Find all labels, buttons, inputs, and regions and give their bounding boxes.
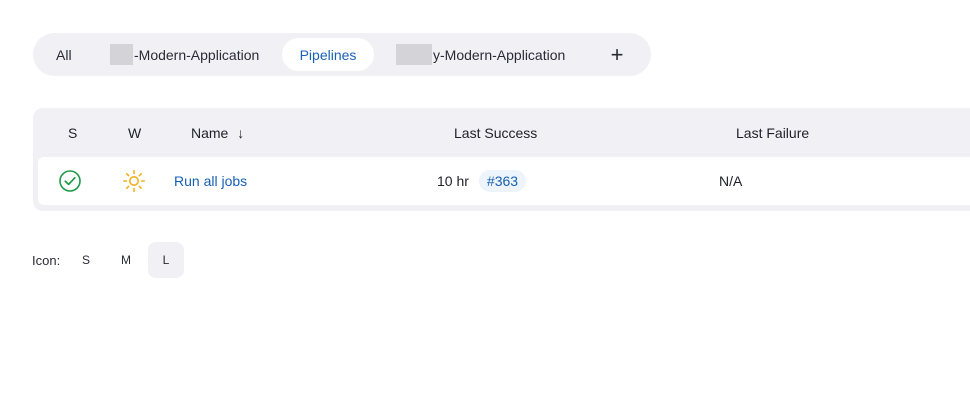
add-view-button[interactable]: + bbox=[601, 38, 633, 71]
header-weather[interactable]: W bbox=[128, 125, 141, 141]
header-last-success[interactable]: Last Success bbox=[454, 125, 537, 141]
table-row: Run all jobs 10 hr #363 N/A bbox=[38, 157, 970, 205]
icon-size-m-button[interactable]: M bbox=[108, 242, 144, 278]
icon-size-s-button[interactable]: S bbox=[68, 242, 104, 278]
icon-size-l-label: L bbox=[162, 253, 170, 267]
tab-modern-application-label: -Modern-Application bbox=[134, 46, 260, 63]
last-failure-value: N/A bbox=[719, 173, 743, 189]
sunny-weather-icon bbox=[122, 169, 146, 193]
redacted-text bbox=[110, 44, 133, 65]
tab-all[interactable]: All bbox=[56, 38, 72, 71]
tab-modern-application[interactable]: -Modern-Application bbox=[110, 38, 259, 71]
last-success-time: 10 hr bbox=[437, 173, 469, 189]
header-name[interactable]: Name ↓ bbox=[191, 125, 244, 141]
weather-cell bbox=[122, 157, 146, 205]
tab-pipelines[interactable]: Pipelines bbox=[282, 38, 374, 71]
tab-y-modern-application-label: y-Modern-Application bbox=[433, 46, 566, 63]
tab-pipelines-label: Pipelines bbox=[299, 46, 357, 63]
sort-arrow-icon: ↓ bbox=[237, 125, 245, 141]
success-check-icon bbox=[59, 170, 81, 192]
job-link-run-all-jobs[interactable]: Run all jobs bbox=[174, 173, 247, 189]
tab-all-label: All bbox=[56, 46, 72, 63]
redacted-text bbox=[396, 44, 432, 65]
plus-icon: + bbox=[610, 41, 624, 67]
icon-size-label: Icon: bbox=[32, 253, 61, 268]
icon-size-s-label: S bbox=[81, 253, 90, 267]
view-tabs: All -Modern-Application Pipelines y-Mode… bbox=[33, 33, 651, 76]
header-status[interactable]: S bbox=[68, 125, 77, 141]
table-header: S W Name ↓ Last Success Last Failure bbox=[33, 108, 970, 157]
tab-y-modern-application[interactable]: y-Modern-Application bbox=[396, 38, 565, 71]
header-last-failure[interactable]: Last Failure bbox=[736, 125, 809, 141]
name-cell: Run all jobs bbox=[174, 157, 247, 205]
jobs-table: S W Name ↓ Last Success Last Failure Run… bbox=[33, 108, 970, 211]
icon-size-l-button[interactable]: L bbox=[148, 242, 184, 278]
status-cell bbox=[58, 157, 82, 205]
last-success-cell: 10 hr #363 bbox=[437, 157, 527, 205]
header-name-label: Name bbox=[191, 125, 229, 141]
build-link-363[interactable]: #363 bbox=[478, 170, 527, 192]
last-failure-cell: N/A bbox=[719, 157, 742, 205]
icon-size-m-label: M bbox=[121, 253, 131, 267]
